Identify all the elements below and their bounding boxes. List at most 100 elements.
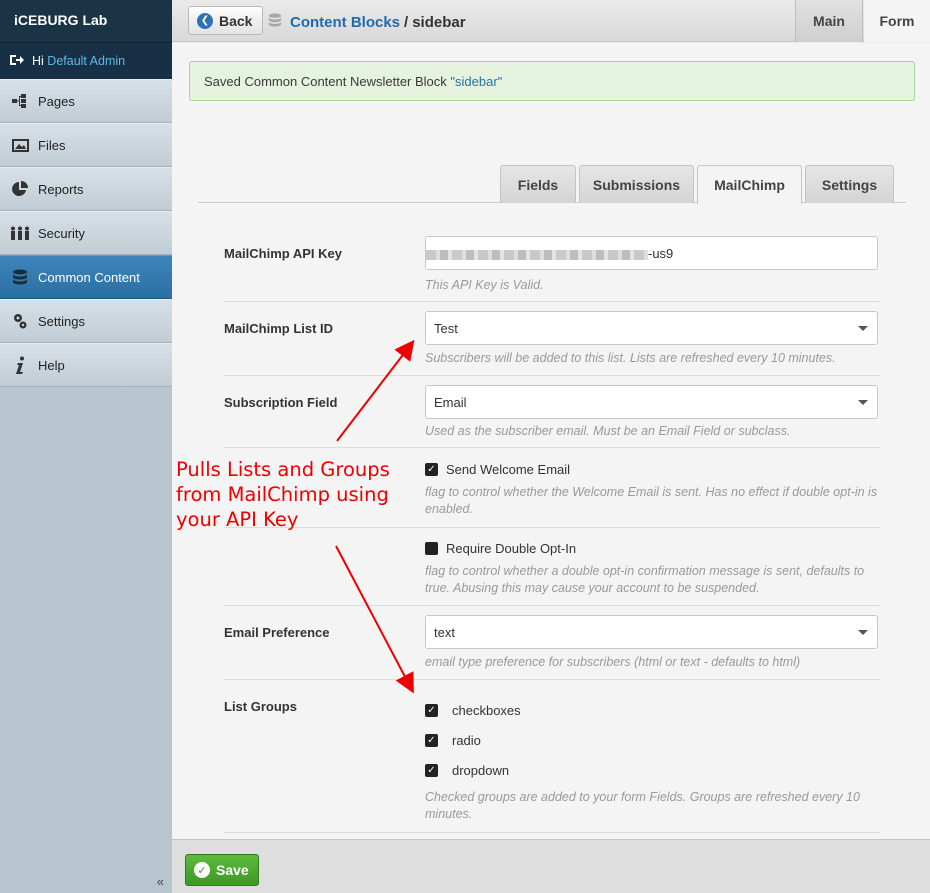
sidebar: iCEBURG Lab Hi Default Admin Pages Files… bbox=[0, 0, 172, 893]
tab-settings[interactable]: Settings bbox=[805, 165, 894, 203]
info-icon bbox=[10, 356, 30, 374]
save-button[interactable]: ✓ Save bbox=[185, 854, 259, 886]
sidebar-item-label: Reports bbox=[38, 181, 84, 197]
sidebar-item-reports[interactable]: Reports bbox=[0, 167, 172, 211]
breadcrumb-separator: / bbox=[404, 13, 409, 31]
checkmark-icon: ✓ bbox=[425, 704, 438, 717]
group-label: radio bbox=[452, 733, 481, 748]
tab-main[interactable]: Main bbox=[795, 0, 863, 42]
chevron-down-icon bbox=[858, 630, 868, 635]
email-preference-help: email type preference for subscribers (h… bbox=[425, 655, 801, 669]
api-key-label: MailChimp API Key bbox=[224, 246, 342, 261]
pie-chart-icon bbox=[10, 180, 30, 198]
breadcrumb-current: sidebar bbox=[412, 13, 466, 31]
sidebar-item-label: Security bbox=[38, 225, 85, 241]
email-preference-value: text bbox=[434, 625, 455, 640]
welcome-email-label: Send Welcome Email bbox=[446, 462, 571, 477]
user-greeting: Hi Default Admin bbox=[0, 42, 172, 79]
email-preference-row: Email Preference text email type prefere… bbox=[224, 606, 880, 680]
annotation-line: your API Key bbox=[176, 508, 299, 531]
tab-fields[interactable]: Fields bbox=[500, 165, 576, 203]
back-label: Back bbox=[219, 12, 253, 29]
group-checkbox[interactable]: ✓ radio bbox=[425, 733, 481, 748]
list-groups-help: Checked groups are added to your form Fi… bbox=[425, 790, 860, 821]
double-optin-checkbox[interactable]: Require Double Opt-In bbox=[425, 541, 576, 556]
sidebar-item-help[interactable]: Help bbox=[0, 343, 172, 387]
tab-form[interactable]: Form bbox=[864, 0, 930, 42]
subscription-field-value: Email bbox=[434, 395, 467, 410]
user-link[interactable]: Default Admin bbox=[47, 54, 125, 68]
chevron-left-icon: ❮ bbox=[197, 12, 213, 29]
footer-bar: ✓ Save bbox=[172, 839, 930, 893]
success-alert: Saved Common Content Newsletter Block "s… bbox=[189, 61, 915, 101]
subscription-field-select[interactable]: Email bbox=[425, 385, 878, 419]
sidebar-item-label: Pages bbox=[38, 93, 75, 109]
chevron-down-icon bbox=[858, 400, 868, 405]
sidebar-item-common-content[interactable]: Common Content bbox=[0, 255, 172, 299]
list-id-select[interactable]: Test bbox=[425, 311, 878, 345]
annotation-line: from MailChimp using bbox=[176, 483, 389, 506]
sidebar-item-security[interactable]: Security bbox=[0, 211, 172, 255]
sidebar-item-settings[interactable]: Settings bbox=[0, 299, 172, 343]
list-id-value: Test bbox=[434, 321, 458, 336]
double-optin-label: Require Double Opt-In bbox=[446, 541, 577, 556]
check-icon: ✓ bbox=[194, 862, 210, 878]
annotation-line: Pulls Lists and Groups bbox=[176, 458, 390, 481]
sitemap-icon bbox=[10, 92, 30, 110]
sidebar-item-pages[interactable]: Pages bbox=[0, 79, 172, 123]
tab-mailchimp[interactable]: MailChimp bbox=[697, 165, 802, 204]
group-checkbox[interactable]: ✓ dropdown bbox=[425, 763, 509, 778]
welcome-email-help: flag to control whether the Welcome Emai… bbox=[425, 485, 878, 516]
database-icon bbox=[268, 12, 282, 32]
logout-icon[interactable] bbox=[10, 54, 24, 69]
group-label: checkboxes bbox=[452, 703, 521, 718]
list-groups-row: List Groups ✓ checkboxes ✓ radio ✓ dropd… bbox=[224, 680, 880, 833]
annotation-text: Pulls Lists and Groups from MailChimp us… bbox=[176, 457, 416, 532]
api-key-help: This API Key is Valid. bbox=[425, 278, 544, 292]
form-tabs: Fields Submissions MailChimp Settings bbox=[198, 165, 906, 204]
sidebar-item-label: Help bbox=[38, 357, 65, 373]
checkbox-empty-icon bbox=[425, 542, 438, 555]
users-icon bbox=[10, 224, 30, 242]
subscription-field-label: Subscription Field bbox=[224, 395, 338, 410]
collapse-sidebar-button[interactable]: « bbox=[157, 874, 164, 889]
list-groups-label: List Groups bbox=[224, 699, 297, 714]
main-content: Saved Common Content Newsletter Block "s… bbox=[172, 43, 930, 839]
group-checkbox[interactable]: ✓ checkboxes bbox=[425, 703, 521, 718]
sidebar-item-label: Files bbox=[38, 137, 66, 153]
checkmark-icon: ✓ bbox=[425, 734, 438, 747]
list-id-label: MailChimp List ID bbox=[224, 321, 334, 336]
tab-submissions[interactable]: Submissions bbox=[579, 165, 694, 203]
subscription-field-help: Used as the subscriber email. Must be an… bbox=[425, 424, 791, 438]
save-label: Save bbox=[216, 862, 249, 878]
group-label: dropdown bbox=[452, 763, 510, 778]
list-id-help: Subscribers will be added to this list. … bbox=[425, 351, 836, 365]
subscription-field-row: Subscription Field Email Used as the sub… bbox=[224, 376, 880, 448]
alert-block-name: "sidebar" bbox=[450, 74, 503, 89]
checkmark-icon: ✓ bbox=[425, 764, 438, 777]
breadcrumb: Content Blocks / sidebar bbox=[268, 12, 466, 32]
brand-title: iCEBURG Lab bbox=[0, 0, 172, 42]
breadcrumb-link-content-blocks[interactable]: Content Blocks bbox=[290, 14, 400, 31]
email-preference-label: Email Preference bbox=[224, 625, 330, 640]
back-button[interactable]: ❮ Back bbox=[188, 6, 263, 35]
double-optin-row: Require Double Opt-In flag to control wh… bbox=[224, 528, 880, 606]
double-optin-help: flag to control whether a double opt-in … bbox=[425, 564, 865, 595]
email-preference-select[interactable]: text bbox=[425, 615, 878, 649]
sidebar-item-label: Common Content bbox=[38, 269, 140, 285]
list-id-row: MailChimp List ID Test Subscribers will … bbox=[224, 302, 880, 376]
api-key-suffix: -us9 bbox=[648, 246, 674, 261]
gear-icon bbox=[10, 312, 30, 330]
redacted-api-key bbox=[426, 249, 648, 260]
api-key-input[interactable]: -us9 bbox=[425, 236, 878, 270]
alert-text: Saved Common Content Newsletter Block bbox=[204, 74, 451, 89]
checkmark-icon: ✓ bbox=[425, 463, 438, 476]
database-icon bbox=[10, 268, 30, 286]
chevron-down-icon bbox=[858, 326, 868, 331]
image-icon bbox=[10, 136, 30, 154]
top-bar: ❮ Back Content Blocks / sidebar Main For… bbox=[172, 0, 930, 42]
greeting-text: Hi bbox=[32, 54, 44, 68]
welcome-email-checkbox[interactable]: ✓ Send Welcome Email bbox=[425, 462, 570, 477]
sidebar-item-files[interactable]: Files bbox=[0, 123, 172, 167]
sidebar-item-label: Settings bbox=[38, 313, 85, 329]
